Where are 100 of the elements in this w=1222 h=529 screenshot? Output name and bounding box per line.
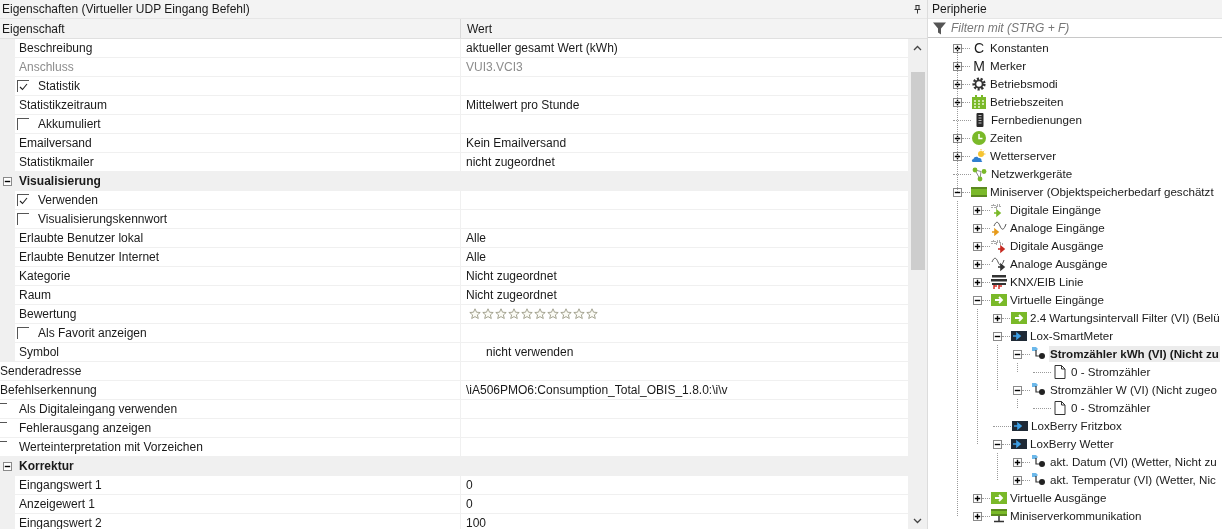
tree-item[interactable]: Fernbedienungen: [990, 112, 1083, 128]
collapse-icon[interactable]: [973, 295, 982, 305]
tree-item[interactable]: Stromzähler kWh (VI) (Nicht zu: [1049, 346, 1220, 362]
property-name: Erlaubte Benutzer lokal: [18, 231, 144, 245]
tree-item[interactable]: Lox-SmartMeter: [1029, 328, 1115, 344]
tree-item[interactable]: KNX/EIB Linie: [1009, 274, 1085, 290]
property-value: nicht zugeordnet: [466, 155, 555, 169]
network-icon: [972, 166, 988, 182]
analog-output-icon: [991, 256, 1007, 272]
expand-icon[interactable]: [953, 151, 962, 161]
tree-item[interactable]: Virtuelle Ausgänge: [1009, 490, 1108, 506]
tree-item[interactable]: 0 - Stromzähler: [1070, 364, 1152, 380]
property-value: Alle: [466, 250, 486, 264]
checkbox[interactable]: [17, 194, 29, 206]
tree-item[interactable]: Miniserver (Objektspeicherbedarf geschätzt: [989, 184, 1215, 200]
expand-icon[interactable]: [973, 259, 982, 269]
gear-icon: [971, 76, 987, 92]
tree-item[interactable]: 2.4 Wartungsintervall Filter (VI) (Belü: [1029, 310, 1221, 326]
tree-item[interactable]: Betriebsmodi: [989, 76, 1059, 92]
tree-item[interactable]: Zeiten: [989, 130, 1024, 146]
star-icon[interactable]: [508, 308, 520, 320]
tree-item[interactable]: Virtuelle Eingänge: [1009, 292, 1105, 308]
expand-icon[interactable]: [953, 79, 962, 89]
tree-item[interactable]: LoxBerry Wetter: [1029, 436, 1115, 452]
checkbox[interactable]: [17, 327, 29, 339]
panel-title: Eigenschaften (Virtueller UDP Eingang Befehl): [2, 2, 250, 16]
checkbox[interactable]: [17, 80, 29, 92]
checkbox[interactable]: [17, 118, 29, 130]
star-icon[interactable]: [586, 308, 598, 320]
tree-item[interactable]: Miniserverkommunikation: [1009, 508, 1143, 524]
collapse-icon[interactable]: [1013, 349, 1022, 359]
property-value: VUI3.VCI3: [466, 60, 523, 74]
tree-item[interactable]: LoxBerry Fritzbox: [1030, 418, 1123, 434]
tree-item[interactable]: Digitale Eingänge: [1009, 202, 1102, 218]
expand-icon[interactable]: [1013, 475, 1022, 485]
column-header[interactable]: Eigenschaft: [0, 19, 461, 38]
property-name: Werteinterpretation mit Vorzeichen: [18, 440, 203, 454]
expand-icon[interactable]: [953, 97, 962, 107]
tree-item[interactable]: Konstanten: [989, 40, 1050, 56]
clock-icon: [971, 130, 987, 146]
expand-icon[interactable]: [993, 313, 1002, 323]
property-name: Anschluss: [18, 60, 74, 74]
star-icon[interactable]: [547, 308, 559, 320]
property-value: 0: [466, 478, 473, 492]
panel-title: Peripherie: [928, 0, 1222, 19]
tree-item[interactable]: 0 - Stromzähler: [1070, 400, 1152, 416]
property-name: Als Digitaleingang verwenden: [18, 402, 178, 416]
column-header[interactable]: Wert: [461, 19, 927, 38]
expand-icon[interactable]: [973, 223, 982, 233]
property-name: Erlaubte Benutzer Internet: [18, 250, 160, 264]
collapse-icon[interactable]: [993, 439, 1002, 449]
expand-icon[interactable]: [953, 43, 962, 53]
arrow-box-icon: [1012, 418, 1028, 434]
star-icon[interactable]: [521, 308, 533, 320]
pin-icon[interactable]: [914, 4, 921, 14]
collapse-icon[interactable]: [1013, 385, 1022, 395]
star-icon[interactable]: [573, 308, 585, 320]
expand-icon[interactable]: [973, 205, 982, 215]
expand-icon[interactable]: [953, 133, 962, 143]
scrollbar-thumb[interactable]: [910, 72, 925, 270]
arrow-box-icon: [1011, 328, 1027, 344]
expand-icon[interactable]: [953, 61, 962, 71]
tree-item[interactable]: akt. Temperatur (VI) (Wetter, Nic: [1049, 472, 1217, 488]
expand-icon[interactable]: [973, 511, 982, 521]
tree-item[interactable]: Betriebszeiten: [989, 94, 1065, 110]
collapse-icon[interactable]: [993, 331, 1002, 341]
property-name: Bewertung: [18, 307, 77, 321]
expand-icon[interactable]: [973, 241, 982, 251]
tree-item[interactable]: Analoge Ausgänge: [1009, 256, 1109, 272]
star-icon[interactable]: [560, 308, 572, 320]
property-name: Statistikmailer: [18, 155, 94, 169]
arrow-box-icon: [1011, 436, 1027, 452]
property-value: 100: [466, 516, 487, 529]
knx-icon: [991, 274, 1007, 290]
checkbox[interactable]: [17, 213, 29, 225]
property-value: Nicht zugeordnet: [466, 269, 557, 283]
property-value: Kein Emailversand: [466, 136, 567, 150]
expand-icon[interactable]: [973, 493, 982, 503]
tree-item[interactable]: Wetterserver: [989, 148, 1058, 164]
property-name: Beschreibung: [18, 41, 93, 55]
tree-item[interactable]: Stromzähler W (VI) (Nicht zugeo: [1049, 382, 1218, 398]
tree-item[interactable]: Digitale Ausgänge: [1009, 238, 1105, 254]
expand-icon[interactable]: [973, 277, 982, 287]
property-value: aktueller gesamt Wert (kWh): [466, 41, 618, 55]
collapse-icon[interactable]: [953, 187, 962, 197]
property-name: Emailversand: [18, 136, 92, 150]
filter-field[interactable]: Filtern mit (STRG + F): [951, 21, 1211, 35]
star-icon[interactable]: [482, 308, 494, 320]
tree-item[interactable]: Merker: [989, 58, 1028, 74]
server-link-icon: [991, 508, 1007, 524]
tree-item[interactable]: akt. Datum (VI) (Wetter, Nicht zu: [1049, 454, 1218, 470]
collapse-icon[interactable]: [3, 176, 12, 186]
collapse-icon[interactable]: [3, 461, 12, 471]
tree-item[interactable]: Analoge Eingänge: [1009, 220, 1106, 236]
star-icon[interactable]: [534, 308, 546, 320]
star-icon[interactable]: [495, 308, 507, 320]
expand-icon[interactable]: [1013, 457, 1022, 467]
tree-item[interactable]: Netzwerkgeräte: [990, 166, 1074, 182]
property-name: Visualisierungskennwort: [37, 212, 168, 226]
star-icon[interactable]: [469, 308, 481, 320]
